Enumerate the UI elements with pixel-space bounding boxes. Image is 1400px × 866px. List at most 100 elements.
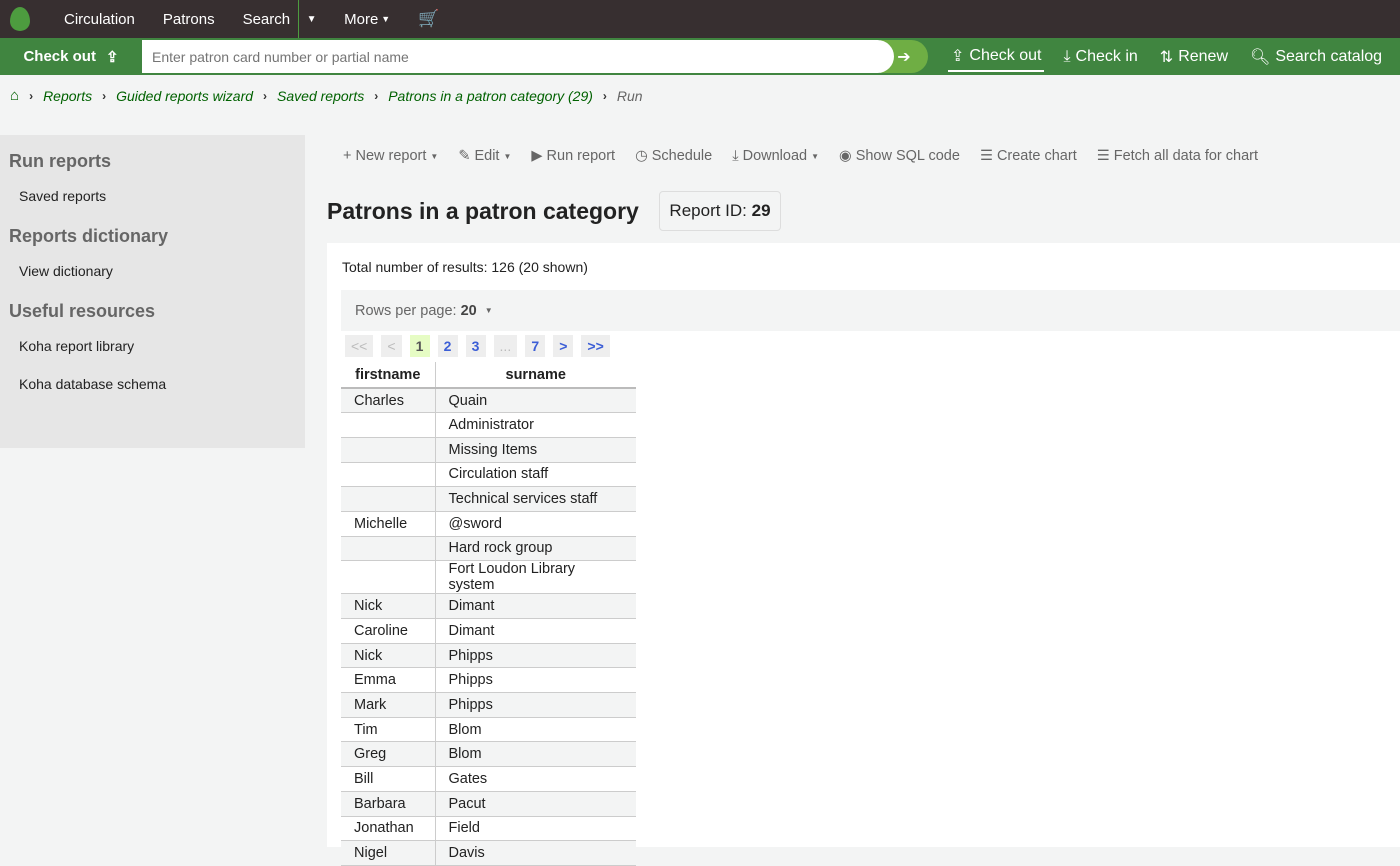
sidebar: Run reports Saved reports Reports dictio…	[0, 135, 305, 448]
header-surname[interactable]: surname	[434, 362, 636, 389]
cell-surname: Fort Loudon Library system	[434, 560, 636, 595]
fetch-chart-data-button[interactable]: ☰ Fetch all data for chart	[1097, 148, 1258, 164]
table-row: Barbara Pacut	[341, 791, 636, 817]
chevron-icon: ›	[374, 88, 379, 103]
label: Fetch all data for chart	[1113, 148, 1258, 164]
chart-icon: ☰	[1096, 148, 1110, 164]
rows-label: Rows per page:	[355, 302, 457, 319]
cell-firstname: Bill	[341, 766, 435, 792]
quick-checkin[interactable]: ⤓ Check in	[1060, 38, 1140, 75]
run-report-button[interactable]: ▶ Run report	[531, 148, 615, 164]
nav-circulation[interactable]: Circulation	[50, 0, 149, 38]
home-icon[interactable]: ⌂	[10, 87, 19, 104]
checkout-tab[interactable]: Check out ⇪	[0, 39, 142, 74]
cell-surname: Gates	[434, 766, 636, 792]
page-link[interactable]: >>	[581, 335, 610, 357]
checkout-label: Check out	[23, 48, 96, 65]
caret-icon: ▼	[503, 151, 512, 161]
table-row: Greg Blom	[341, 741, 636, 768]
pencil-icon: ✎	[458, 148, 471, 164]
table-row: Charles Quain	[341, 388, 636, 414]
nav-search[interactable]: Search	[229, 0, 299, 38]
download-icon: ⤓	[1063, 47, 1071, 65]
cell-surname: Technical services staff	[434, 486, 636, 512]
create-chart-button[interactable]: ☰ Create chart	[980, 148, 1077, 164]
report-toolbar: + New report ▼ ✎ Edit ▼ ▶ Run report ◷ Schedul…	[343, 148, 1258, 164]
label: Download	[742, 148, 808, 164]
more-label: More	[344, 10, 379, 28]
new-report-button[interactable]: + New report ▼	[343, 148, 438, 164]
show-sql-button[interactable]: ◉ Show SQL code	[839, 148, 960, 164]
download-button[interactable]: ⤓ Download ▼	[732, 148, 819, 164]
caret-icon: ▼	[811, 151, 820, 161]
table-row: Administrator	[341, 412, 636, 438]
play-icon: ▶	[531, 148, 543, 164]
sidebar-link-report-library[interactable]: Koha report library	[19, 338, 305, 354]
patron-search-input[interactable]	[142, 40, 894, 73]
quick-renew[interactable]: ⇅ Renew	[1157, 38, 1231, 75]
nav-patrons[interactable]: Patrons	[149, 0, 229, 38]
sidebar-link-db-schema[interactable]: Koha database schema	[19, 376, 305, 392]
cell-firstname	[341, 462, 435, 488]
nav-more[interactable]: More ▼	[324, 0, 404, 38]
crumb-saved[interactable]: Saved reports	[277, 88, 364, 104]
eye-icon: ◉	[839, 148, 852, 164]
report-id-label: Report ID:	[669, 201, 747, 220]
cell-firstname	[341, 412, 435, 438]
table-row: Mark Phipps	[341, 692, 636, 718]
label: Show SQL code	[855, 148, 960, 164]
table-row: Nick Phipps	[341, 643, 636, 669]
sidebar-link-view-dictionary[interactable]: View dictionary	[19, 263, 305, 279]
table-row: Tim Blom	[341, 717, 636, 743]
renew-icon: ⇅	[1159, 48, 1174, 66]
page-link[interactable]: >	[553, 335, 574, 357]
table-row: Hard rock group	[341, 536, 636, 562]
schedule-button[interactable]: ◷ Schedule	[635, 148, 712, 164]
chevron-icon: ›	[29, 88, 34, 103]
cell-surname: Phipps	[434, 643, 636, 669]
page-link: 1	[409, 335, 430, 357]
quick-label: Search catalog	[1275, 47, 1383, 65]
edit-button[interactable]: ✎ Edit ▼	[458, 148, 511, 164]
crumb-guided[interactable]: Guided reports wizard	[116, 88, 253, 104]
crumb-report[interactable]: Patrons in a patron category (29)	[388, 88, 593, 104]
koha-logo[interactable]	[10, 7, 30, 31]
label: Schedule	[651, 148, 713, 164]
table-row: Technical services staff	[341, 486, 636, 512]
header-firstname[interactable]: firstname	[341, 362, 435, 389]
download-icon: ⤓	[732, 148, 739, 164]
cart-icon[interactable]: 🛒	[404, 0, 453, 38]
page-link[interactable]: 7	[525, 335, 546, 357]
upload-icon: ⇪	[105, 48, 119, 66]
cell-surname: Quain	[434, 388, 636, 414]
cell-surname: Blom	[434, 741, 636, 768]
table-row: Circulation staff	[341, 462, 636, 488]
checkout-bar: Check out⇪ ➔ ⇪Check out ⤓Check in ⇅Renew…	[0, 38, 1400, 75]
table-row: Michelle @sword	[341, 511, 636, 537]
crumb-reports[interactable]: Reports	[43, 88, 92, 104]
sidebar-heading: Useful resources	[9, 301, 156, 321]
quick-checkout[interactable]: ⇪ Check out	[948, 42, 1045, 72]
cell-surname: Dimant	[434, 618, 636, 644]
plus-icon: +	[343, 148, 352, 164]
pagination: << <1 2 3... 7 > >>	[345, 335, 610, 357]
page-link[interactable]: 2	[437, 335, 458, 357]
cell-surname: Circulation staff	[434, 462, 636, 488]
quick-search-catalog[interactable]: 🔍︎ Search catalog	[1247, 38, 1385, 75]
cell-surname: Administrator	[434, 412, 636, 438]
cell-firstname	[341, 486, 435, 512]
cell-firstname: Mark	[341, 692, 435, 718]
page-link: <	[381, 335, 402, 357]
sidebar-link-saved-reports[interactable]: Saved reports	[19, 188, 305, 204]
cell-surname: Hard rock group	[434, 536, 636, 562]
cell-firstname: Nick	[341, 643, 435, 669]
table-row: Jonathan Field	[341, 816, 636, 842]
cell-firstname: Nick	[341, 593, 435, 619]
quick-label: Renew	[1178, 47, 1228, 65]
rows-per-page[interactable]: Rows per page: 20 ▼	[341, 290, 1400, 331]
quick-label: Check out	[969, 46, 1042, 64]
page-link[interactable]: 3	[465, 335, 486, 357]
search-dropdown-icon[interactable]: ▼	[298, 0, 324, 38]
cell-firstname: Barbara	[341, 791, 435, 817]
cell-surname: Davis	[434, 840, 636, 866]
